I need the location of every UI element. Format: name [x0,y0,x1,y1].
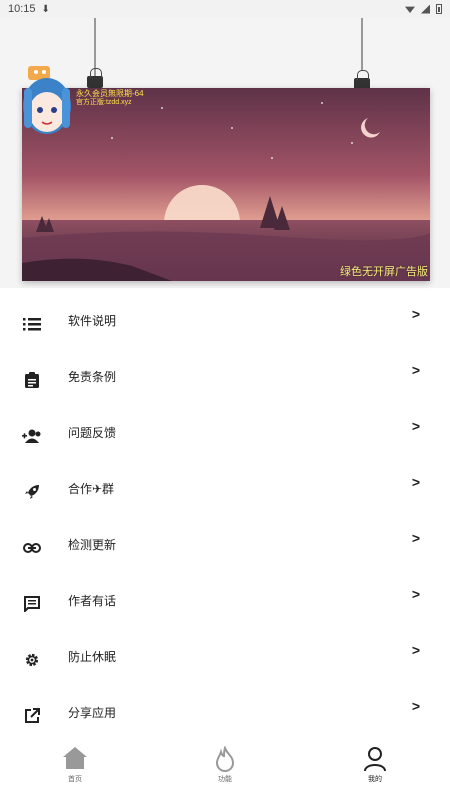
nav-tab-profile[interactable]: 我的 [300,740,450,800]
binder-clip-left [87,68,103,88]
menu-item-label: 防止休眠 [68,650,117,664]
menu-item-share-app[interactable]: 分享应用 > [0,682,450,738]
list-icon [22,316,42,332]
header-area: 永久会员無限期-64 官方正版:tzdd.xyz 绿色无开屏广告版 [0,18,450,288]
message-icon [22,596,42,612]
rocket-icon [22,484,42,500]
menu-item-label: 合作✈群 [68,482,115,496]
chevron-right-icon: > [411,418,420,434]
home-icon [62,746,88,775]
banner-caption: 绿色无开屏广告版 [340,266,428,278]
settings-menu: 软件说明 > 免责条例 > 问题反馈 > 合作✈群 > 检测更新 > 作者有话 [0,290,450,738]
menu-item-label: 问题反馈 [68,426,117,440]
chevron-right-icon: > [411,586,420,602]
nav-label: 我的 [368,776,382,783]
chevron-right-icon: > [411,362,420,378]
menu-item-label: 软件说明 [68,314,117,328]
menu-item-label: 分享应用 [68,706,117,720]
hanging-string-right [361,18,363,70]
menu-item-label: 免责条例 [68,370,117,384]
bottom-nav: 首页 功能 我的 [0,740,450,800]
menu-item-prevent-sleep[interactable]: 防止休眠 > [0,626,450,682]
banner-image[interactable]: 永久会员無限期-64 官方正版:tzdd.xyz 绿色无开屏广告版 [22,88,430,281]
profile-icon [363,746,387,777]
chevron-right-icon: > [411,474,420,490]
menu-item-software-info[interactable]: 软件说明 > [0,290,450,346]
chevron-right-icon: > [411,530,420,546]
people-add-icon [22,428,42,444]
banner-overlay-line2: 官方正版:tzdd.xyz [76,99,132,106]
menu-item-feedback[interactable]: 问题反馈 > [0,402,450,458]
menu-item-author-notes[interactable]: 作者有话 > [0,570,450,626]
status-time: 10:15 [8,3,36,15]
chevron-right-icon: > [411,642,420,658]
menu-item-partner-group[interactable]: 合作✈群 > [0,458,450,514]
nav-tab-features[interactable]: 功能 [150,740,300,800]
nav-tab-home[interactable]: 首页 [0,740,150,800]
nav-label: 功能 [218,776,232,783]
chevron-right-icon: > [411,698,420,714]
menu-item-label: 检测更新 [68,538,117,552]
flame-icon [213,744,237,777]
nav-label: 首页 [68,776,82,783]
chevron-right-icon: > [411,306,420,322]
status-bar: 10:15 ⬇ [0,0,450,18]
clipboard-icon [22,372,42,388]
gear-icon [22,652,42,668]
menu-item-check-update[interactable]: 检测更新 > [0,514,450,570]
battery-icon [436,4,442,14]
link-icon [22,540,42,556]
download-icon: ⬇ [41,3,50,15]
menu-item-label: 作者有话 [68,594,117,608]
menu-item-disclaimer[interactable]: 免责条例 > [0,346,450,402]
signal-icon [421,4,430,14]
wifi-icon [405,6,415,13]
avatar[interactable] [22,58,72,146]
share-icon [22,708,42,724]
